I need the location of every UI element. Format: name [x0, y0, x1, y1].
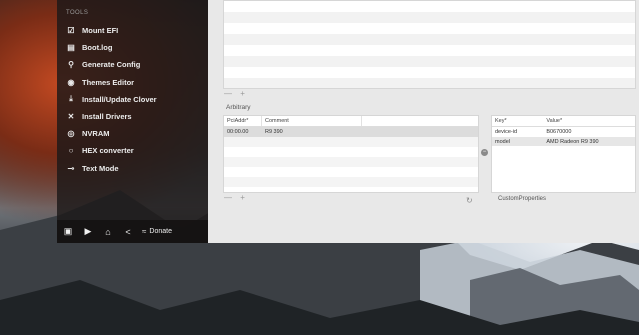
cell-pciaddr: 00:00.00: [227, 129, 249, 135]
arbitrary-section-label: Arbitrary: [226, 104, 251, 111]
sidebar-item-label: Themes Editor: [82, 77, 135, 87]
export-button[interactable]: ▶: [80, 224, 96, 240]
main-window: — + Arbitrary PciAddr* Comment 00:00.00 …: [208, 0, 639, 243]
arbitrary-table-header: PciAddr* Comment: [224, 116, 478, 127]
sidebar-item-mount-efi[interactable]: ☑ Mount EFI: [66, 22, 206, 39]
sidebar-item-nvram[interactable]: ◎ NVRAM: [66, 125, 206, 142]
empty-row: [224, 147, 478, 157]
sidebar-item-install-update-clover[interactable]: ⤓ Install/Update Clover: [66, 91, 206, 108]
table-row[interactable]: 00:00.00 R9 390: [224, 127, 478, 137]
sidebar-item-text-mode[interactable]: ⊸ Text Mode: [66, 160, 206, 177]
share-button[interactable]: <: [120, 224, 136, 240]
magnifier-icon: ⚲: [68, 60, 74, 70]
download-icon: ⤓: [69, 94, 73, 104]
export-icon: ▶: [84, 226, 92, 236]
home-icon: ⌂: [105, 226, 111, 237]
properties-footer-label: CustomProperties: [498, 196, 547, 202]
remove-property-button[interactable]: −: [481, 149, 488, 156]
sidebar-item-label: Mount EFI: [82, 26, 119, 36]
refresh-icon[interactable]: ↻: [466, 196, 473, 205]
top-table[interactable]: [223, 0, 636, 89]
arbitrary-table[interactable]: PciAddr* Comment 00:00.00 R9 390: [223, 115, 479, 193]
circle-icon: ○: [68, 146, 74, 156]
cell-value: B0670000: [546, 129, 572, 135]
toggle-icon: ⊸: [67, 163, 75, 173]
empty-row: [224, 157, 478, 167]
arbitrary-add-remove[interactable]: — +: [224, 193, 248, 202]
sidebar-item-hex-converter[interactable]: ○ HEX converter: [66, 142, 206, 159]
sidebar-item-label: Install Drivers: [82, 112, 132, 122]
cell-comment: R9 390: [265, 129, 283, 135]
sidebar-item-label: Generate Config: [82, 60, 141, 70]
donate-button[interactable]: ≈ Donate: [142, 227, 172, 236]
sidebar-item-generate-config[interactable]: ⚲ Generate Config: [66, 56, 206, 73]
empty-row: [224, 167, 478, 177]
disk-icon: ☑: [67, 26, 75, 36]
properties-table[interactable]: Key* Value* device-id B0670000 model AMD…: [491, 115, 636, 193]
app-store-button[interactable]: ▣: [60, 224, 76, 240]
sidebar-item-install-drivers[interactable]: ✕ Install Drivers: [66, 108, 206, 125]
tools-icon: ✕: [67, 112, 75, 122]
cell-key: model: [495, 138, 510, 145]
column-header-value[interactable]: Value*: [543, 116, 635, 126]
cell-key: device-id: [495, 129, 518, 135]
cell-value: AMD Radeon R9 390: [546, 138, 599, 145]
sidebar-section-header: TOOLS: [66, 10, 89, 16]
home-button[interactable]: ⌂: [100, 224, 116, 240]
log-icon: ▤: [67, 43, 75, 53]
properties-table-header: Key* Value*: [492, 116, 635, 127]
top-table-add-remove[interactable]: — +: [224, 89, 248, 98]
sidebar-item-label: HEX converter: [82, 146, 134, 156]
table-row[interactable]: device-id B0670000: [492, 127, 635, 137]
bag-icon: ▣: [63, 226, 73, 236]
chip-icon: ◎: [67, 129, 75, 139]
sidebar-footer: ▣ ▶ ⌂ < ≈ Donate: [57, 220, 208, 243]
column-header-key[interactable]: Key*: [492, 116, 543, 126]
column-header-comment[interactable]: Comment: [262, 116, 362, 126]
sidebar-item-label: Boot.log: [82, 43, 113, 53]
paypal-icon: ≈: [142, 227, 147, 236]
sidebar-item-themes-editor[interactable]: ◉ Themes Editor: [66, 74, 206, 91]
eye-icon: ◉: [67, 77, 75, 87]
donate-label: Donate: [149, 228, 172, 235]
empty-row: [224, 177, 478, 187]
sidebar-item-label: Install/Update Clover: [82, 94, 157, 104]
column-header-pciaddr[interactable]: PciAddr*: [224, 116, 262, 126]
sidebar-list: ☑ Mount EFI ▤ Boot.log ⚲ Generate Config…: [66, 22, 206, 177]
sidebar-item-label: Text Mode: [82, 163, 119, 173]
empty-row: [224, 137, 478, 147]
sidebar-item-boot-log[interactable]: ▤ Boot.log: [66, 39, 206, 56]
table-row[interactable]: model AMD Radeon R9 390: [492, 136, 635, 146]
sidebar: TOOLS ☑ Mount EFI ▤ Boot.log ⚲ Generate …: [57, 0, 208, 243]
sidebar-item-label: NVRAM: [82, 129, 110, 139]
share-icon: <: [125, 226, 131, 237]
